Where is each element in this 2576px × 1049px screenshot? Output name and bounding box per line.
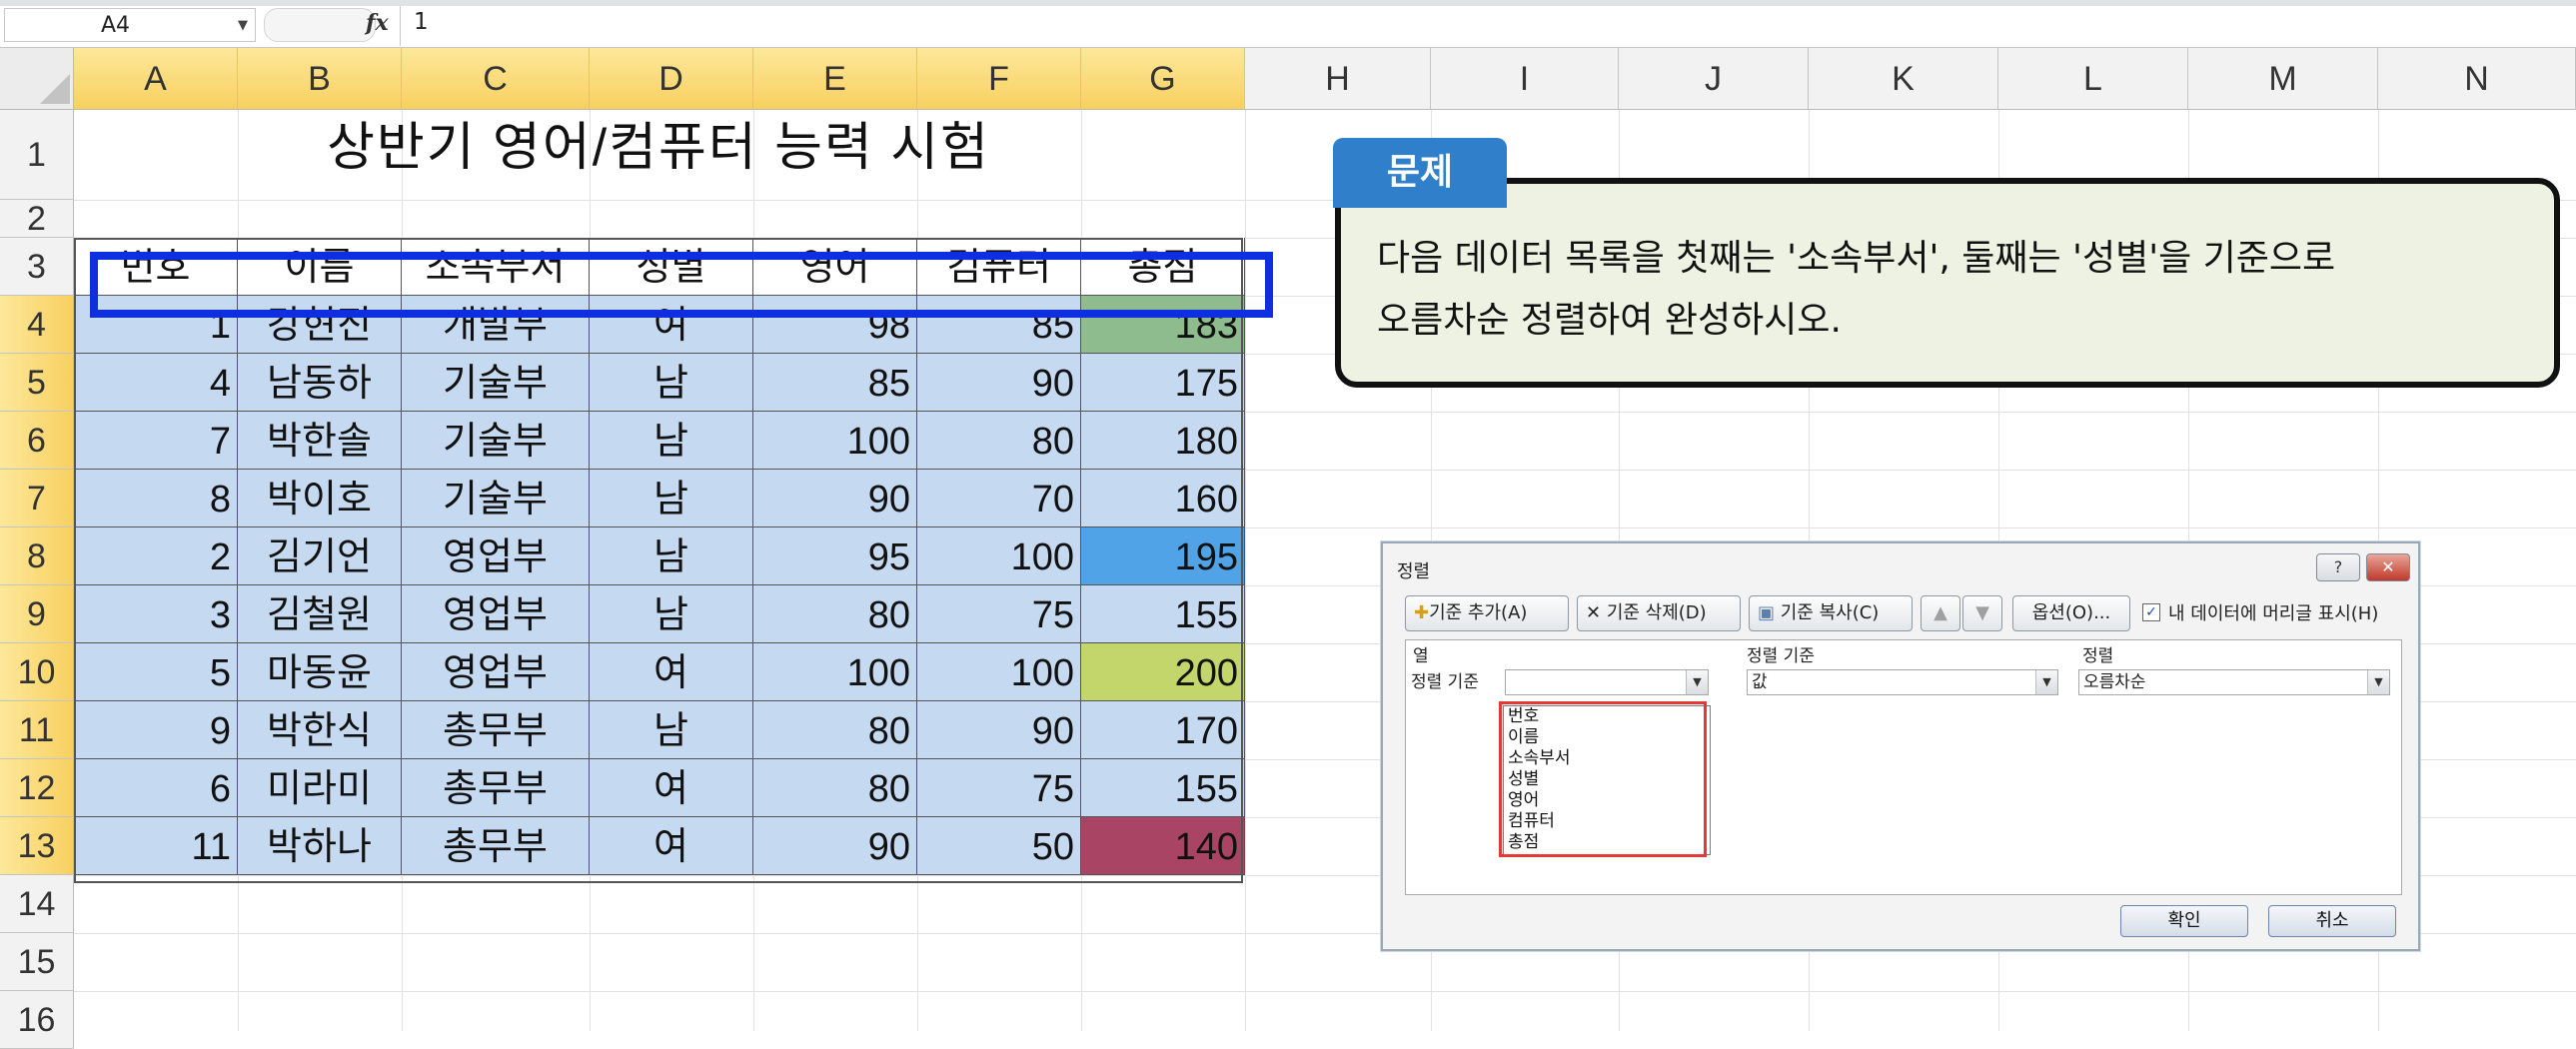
column-header-m[interactable]: M [2188, 48, 2378, 110]
problem-callout: 다음 데이터 목록을 첫째는 '소속부서', 둘째는 '성별'을 기준으로 오름… [1335, 178, 2560, 388]
move-down-button[interactable]: ▼ [1962, 595, 2002, 631]
insert-function-icon[interactable]: fx [366, 10, 389, 36]
arrow-up-icon: ▲ [1933, 602, 1947, 623]
column-header-n[interactable]: N [2378, 48, 2576, 110]
formula-bar-handle[interactable] [264, 8, 376, 42]
column-header-j[interactable]: J [1619, 48, 1809, 110]
select-all-triangle-icon [40, 74, 70, 104]
row-header-13[interactable]: 13 [0, 817, 74, 875]
row-header-2[interactable]: 2 [0, 200, 74, 238]
problem-line-1: 다음 데이터 목록을 첫째는 '소속부서', 둘째는 '성별'을 기준으로 [1377, 238, 2336, 279]
gridline-h [74, 991, 2576, 992]
name-box[interactable]: A4 [4, 8, 256, 42]
add-level-button[interactable]: ✚기준 추가(A) [1405, 595, 1569, 631]
header-checkbox[interactable]: ✓ [2142, 603, 2160, 621]
copy-icon: ▣ [1758, 602, 1781, 623]
table-border [74, 238, 1243, 883]
row-header-8[interactable]: 8 [0, 527, 74, 585]
column-header-b[interactable]: B [238, 48, 402, 110]
order-combo[interactable]: 오름차순 ▼ [2078, 669, 2390, 695]
sort-dialog: 정렬 ? ✕ ✚기준 추가(A) ✕ 기준 삭제(D) ▣ 기준 복사(C) ▲… [1381, 541, 2420, 951]
row-header-5[interactable]: 5 [0, 354, 74, 412]
row-header-11[interactable]: 11 [0, 701, 74, 759]
gridline-v [1245, 110, 1246, 1031]
row-header-10[interactable]: 10 [0, 643, 74, 701]
column-header-l[interactable]: L [1998, 48, 2188, 110]
column-header-e[interactable]: E [753, 48, 917, 110]
arrow-down-icon: ▼ [1975, 602, 1989, 623]
column-header-f[interactable]: F [917, 48, 1081, 110]
sort-on-heading: 정렬 기준 [1747, 646, 1815, 666]
ok-button[interactable]: 확인 [2120, 905, 2248, 937]
row-header-6[interactable]: 6 [0, 412, 74, 470]
move-up-button[interactable]: ▲ [1921, 595, 1960, 631]
dropdown-highlight [1499, 701, 1707, 857]
sheet-title[interactable]: 상반기 영어/컴퓨터 능력 시험 [74, 110, 1243, 200]
column-header-h[interactable]: H [1245, 48, 1431, 110]
copy-level-button[interactable]: ▣ 기준 복사(C) [1749, 595, 1913, 631]
row-header-15[interactable]: 15 [0, 933, 74, 991]
help-button[interactable]: ? [2316, 553, 2360, 581]
row-header-3[interactable]: 3 [0, 238, 74, 296]
row-header-12[interactable]: 12 [0, 759, 74, 817]
column-header-k[interactable]: K [1809, 48, 1998, 110]
cancel-button[interactable]: 취소 [2268, 905, 2396, 937]
delete-level-button[interactable]: ✕ 기준 삭제(D) [1577, 595, 1741, 631]
dialog-title: 정렬 [1397, 561, 1431, 582]
ribbon-edge [0, 0, 2576, 6]
chevron-down-icon[interactable]: ▼ [1686, 670, 1708, 694]
row-header-16[interactable]: 16 [0, 991, 74, 1049]
row-header-7[interactable]: 7 [0, 470, 74, 527]
column-heading: 열 [1413, 646, 1429, 666]
sort-by-label: 정렬 기준 [1411, 672, 1479, 692]
close-button[interactable]: ✕ [2366, 553, 2410, 581]
delete-icon: ✕ [1586, 602, 1607, 623]
row-header-9[interactable]: 9 [0, 585, 74, 643]
formula-bar-divider [400, 6, 401, 46]
header-checkbox-label: 내 데이터에 머리글 표시(H) [2168, 603, 2379, 624]
chevron-down-icon[interactable]: ▼ [2367, 670, 2389, 694]
name-box-dropdown-icon[interactable]: ▼ [238, 18, 248, 33]
problem-line-2: 오름차순 정렬하여 완성하시오. [1377, 300, 1842, 341]
chevron-down-icon[interactable]: ▼ [2035, 670, 2057, 694]
column-header-g[interactable]: G [1081, 48, 1245, 110]
options-button[interactable]: 옵션(O)... [2012, 595, 2130, 631]
column-header-d[interactable]: D [590, 48, 753, 110]
row-header-1[interactable]: 1 [0, 110, 74, 200]
formula-input[interactable]: 1 [414, 9, 429, 35]
header-row-highlight [90, 252, 1273, 318]
row-header-4[interactable]: 4 [0, 296, 74, 354]
problem-tab: 문제 [1333, 138, 1507, 208]
order-heading: 정렬 [2082, 646, 2114, 666]
column-header-i[interactable]: I [1431, 48, 1619, 110]
sort-on-combo[interactable]: 값 ▼ [1747, 669, 2058, 695]
add-level-icon: ✚ [1414, 602, 1430, 623]
column-header-a[interactable]: A [74, 48, 238, 110]
column-header-c[interactable]: C [402, 48, 590, 110]
row-header-14[interactable]: 14 [0, 875, 74, 933]
column-combo[interactable]: ▼ [1505, 669, 1709, 695]
